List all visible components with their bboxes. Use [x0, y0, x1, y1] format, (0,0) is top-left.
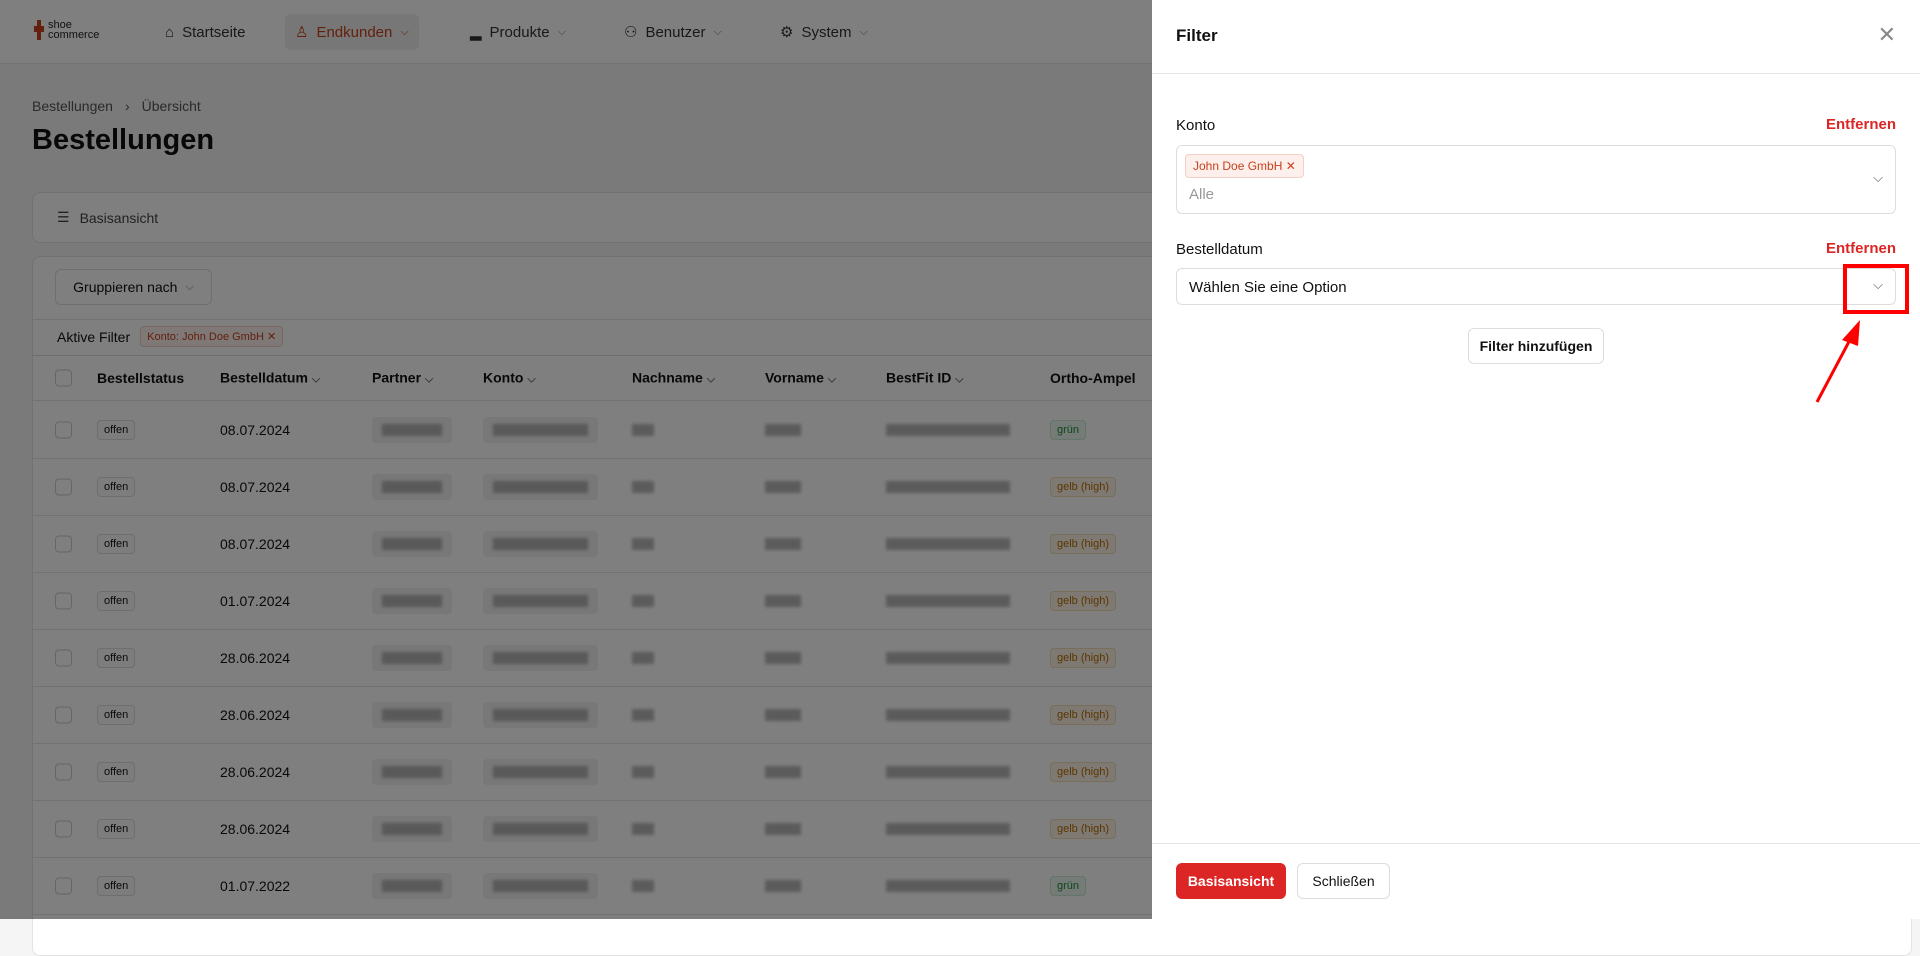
annotation-arrow: [1815, 335, 1854, 403]
arrow-head: [1842, 320, 1860, 346]
annotation-overlay: [1815, 264, 1909, 403]
highlight-box: [1843, 264, 1909, 314]
